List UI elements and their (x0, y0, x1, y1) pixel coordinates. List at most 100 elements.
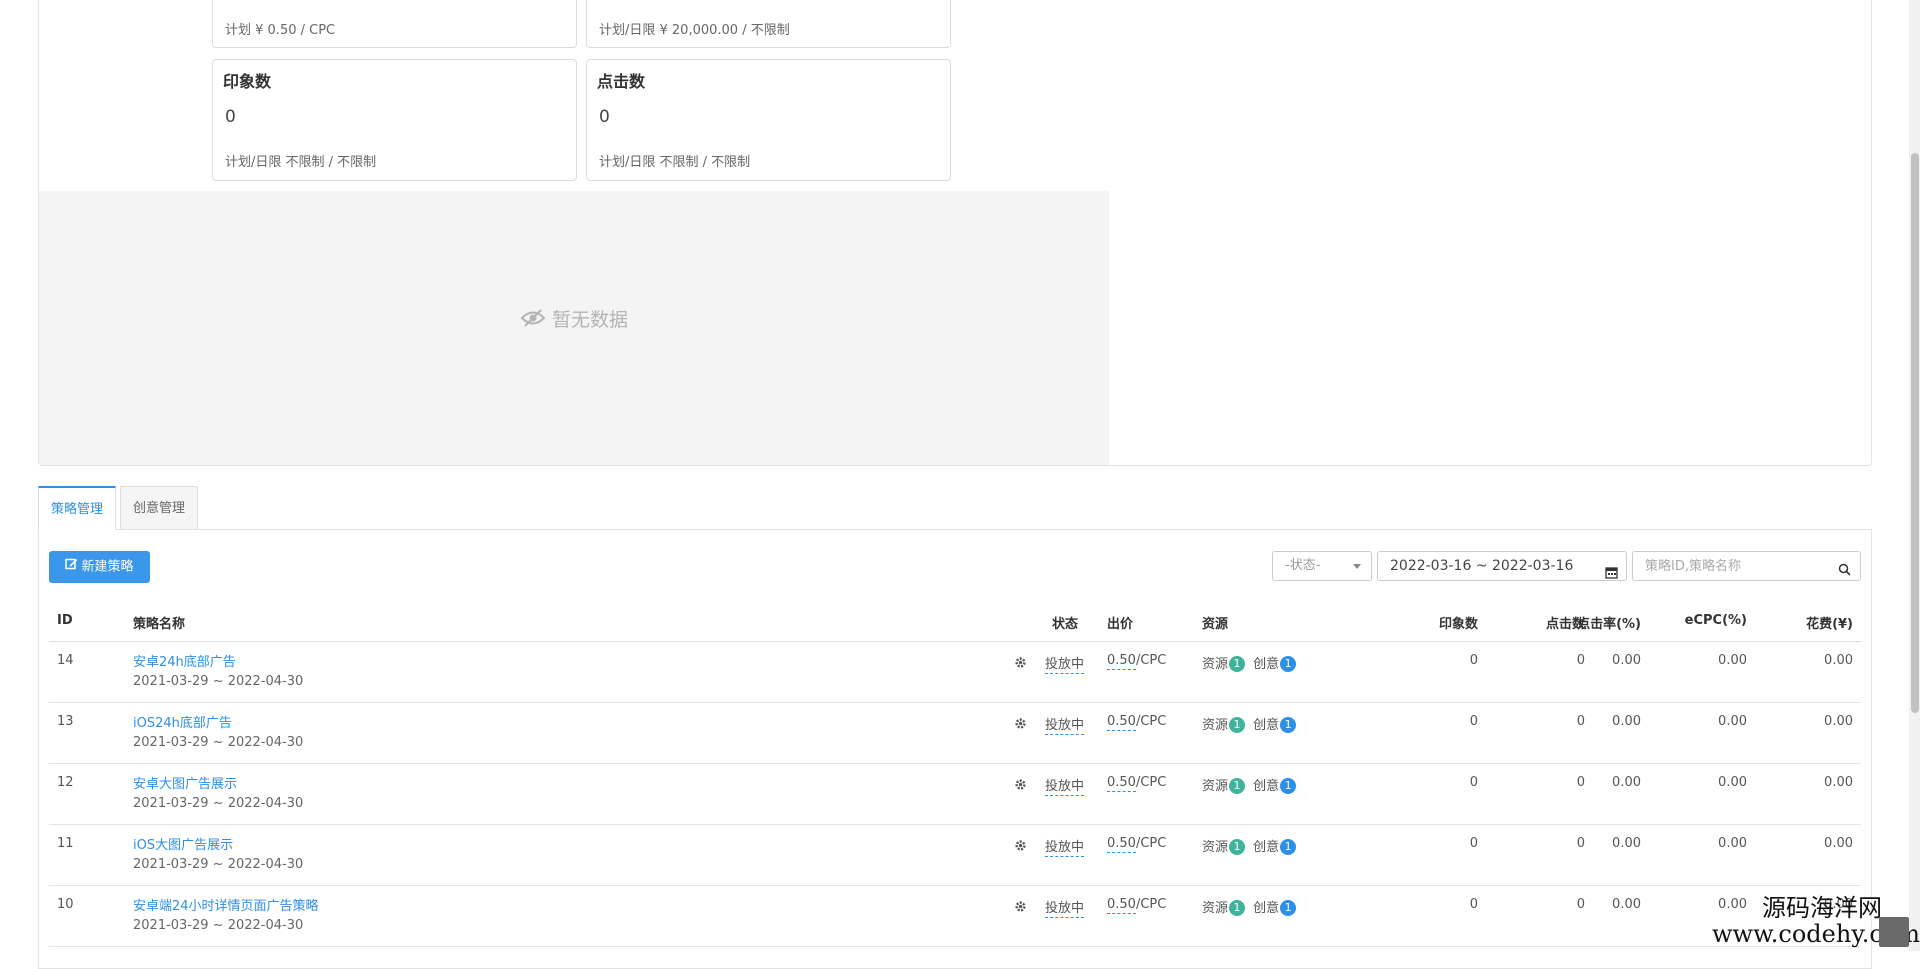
table-body: 14 安卓24h底部广告 2021-03-29 ~ 2022-04-30 投放中… (49, 642, 1861, 947)
clicks-card-value: 0 (599, 107, 610, 127)
row-status[interactable]: 投放中 (1045, 775, 1085, 796)
status-select-value: -状态- (1285, 558, 1321, 573)
row-clicks: 0 (1576, 775, 1585, 790)
creative-label[interactable]: 创意 (1253, 901, 1279, 916)
row-status[interactable]: 投放中 (1045, 836, 1085, 857)
bid-value: 0.50 (1107, 653, 1136, 670)
row-name-cell: iOS大图广告展示 2021-03-29 ~ 2022-04-30 (133, 834, 303, 872)
th-impressions: 印象数 (1438, 617, 1478, 632)
status-value: 投放中 (1045, 901, 1085, 918)
row-ctr: 0.00 (1612, 897, 1641, 912)
row-status[interactable]: 投放中 (1045, 714, 1085, 735)
row-bid[interactable]: 0.50/CPC (1107, 714, 1167, 731)
table-header: ID 策略名称 状态 出价 资源 印象数 点击数 点击率(%) eCPC(%) … (49, 603, 1861, 642)
row-id: 10 (57, 897, 74, 912)
row-id: 14 (57, 653, 74, 668)
row-cost: 0.00 (1824, 775, 1853, 790)
row-bid[interactable]: 0.50/CPC (1107, 836, 1166, 853)
bid-unit: /CPC (1135, 897, 1167, 912)
scrollbar-thumb[interactable] (1911, 153, 1919, 713)
bid-unit: /CPC (1135, 775, 1167, 790)
resource-label[interactable]: 资源 (1202, 840, 1228, 855)
table-row: 12 安卓大图广告展示 2021-03-29 ~ 2022-04-30 投放中 … (49, 764, 1861, 825)
bid-unit: /CPC (1135, 714, 1167, 729)
strategy-date: 2021-03-29 ~ 2022-04-30 (133, 674, 304, 689)
strategy-name-link[interactable]: iOS大图广告展示 (133, 838, 233, 853)
row-ctr: 0.00 (1612, 653, 1641, 668)
row-name-cell: iOS24h底部广告 2021-03-29 ~ 2022-04-30 (133, 712, 303, 750)
strategy-name-link[interactable]: 安卓24h底部广告 (133, 655, 236, 670)
search-icon[interactable] (1838, 561, 1851, 580)
creative-label[interactable]: 创意 (1253, 840, 1279, 855)
caret-down-icon (1353, 564, 1361, 569)
row-impressions: 0 (1469, 897, 1478, 912)
status-select[interactable]: -状态- (1272, 551, 1372, 581)
gear-icon[interactable] (1014, 898, 1027, 917)
status-value: 投放中 (1045, 779, 1085, 796)
gear-icon[interactable] (1014, 776, 1027, 795)
row-bid[interactable]: 0.50/CPC (1107, 897, 1167, 914)
th-bid: 出价 (1107, 617, 1134, 632)
row-impressions: 0 (1469, 775, 1478, 790)
resource-count-badge: 1 (1229, 656, 1246, 672)
back-to-top-button[interactable] (1879, 917, 1909, 947)
strategy-date: 2021-03-29 ~ 2022-04-30 (133, 918, 304, 933)
impressions-card-note: 计划/日限 不限制 / 不限制 (225, 155, 377, 170)
date-range-picker[interactable]: 2022-03-16 ~ 2022-03-16 (1377, 551, 1627, 581)
eye-slash-icon (520, 308, 546, 333)
row-clicks: 0 (1576, 714, 1585, 729)
calendar-icon (1605, 561, 1618, 589)
th-resource: 资源 (1202, 617, 1229, 632)
resource-count-badge: 1 (1229, 900, 1246, 916)
table-row: 14 安卓24h底部广告 2021-03-29 ~ 2022-04-30 投放中… (49, 642, 1861, 703)
row-status[interactable]: 投放中 (1045, 897, 1085, 918)
table-row: 10 安卓端24小时详情页面广告策略 2021-03-29 ~ 2022-04-… (49, 886, 1861, 947)
resource-label[interactable]: 资源 (1202, 901, 1228, 916)
creative-label[interactable]: 创意 (1253, 718, 1279, 733)
resource-label[interactable]: 资源 (1202, 657, 1228, 672)
th-cost: 花费(¥) (1806, 617, 1853, 632)
gear-icon[interactable] (1014, 654, 1027, 673)
strategy-name-link[interactable]: 安卓大图广告展示 (133, 777, 237, 792)
clicks-card-note: 计划/日限 不限制 / 不限制 (599, 155, 751, 170)
row-cost: 0.00 (1824, 714, 1853, 729)
row-resource: 资源 1 创意 1 (1202, 897, 1297, 916)
th-ctr: 点击率(%) (1577, 617, 1641, 632)
creative-count-badge: 1 (1280, 717, 1297, 733)
row-impressions: 0 (1469, 836, 1478, 851)
new-strategy-button[interactable]: 新建策略 (49, 551, 150, 583)
date-range-value: 2022-03-16 ~ 2022-03-16 (1390, 558, 1574, 574)
status-value: 投放中 (1045, 657, 1085, 674)
bid-value: 0.50 (1107, 836, 1136, 853)
gear-icon[interactable] (1014, 837, 1027, 856)
strategy-name-link[interactable]: iOS24h底部广告 (133, 716, 232, 731)
strategy-name-link[interactable]: 安卓端24小时详情页面广告策略 (133, 899, 319, 914)
table-row: 13 iOS24h底部广告 2021-03-29 ~ 2022-04-30 投放… (49, 703, 1861, 764)
resource-label[interactable]: 资源 (1202, 718, 1228, 733)
empty-state-text: 暂无数据 (551, 309, 628, 331)
resource-label[interactable]: 资源 (1202, 779, 1228, 794)
row-resource: 资源 1 创意 1 (1202, 714, 1297, 733)
bid-value: 0.50 (1107, 714, 1136, 731)
tab-creative[interactable]: 创意管理 (120, 486, 199, 529)
tab-strategy[interactable]: 策略管理 (38, 486, 117, 530)
row-id: 11 (57, 836, 74, 851)
row-bid[interactable]: 0.50/CPC (1107, 653, 1166, 670)
row-status[interactable]: 投放中 (1045, 653, 1085, 674)
creative-count-badge: 1 (1280, 778, 1297, 794)
row-clicks: 0 (1576, 653, 1585, 668)
gear-icon[interactable] (1014, 715, 1027, 734)
strategy-date: 2021-03-29 ~ 2022-04-30 (133, 735, 304, 750)
search-input[interactable] (1643, 553, 1833, 579)
th-status: 状态 (1052, 617, 1079, 632)
row-id: 12 (57, 775, 74, 790)
row-id: 13 (57, 714, 74, 729)
row-name-cell: 安卓端24小时详情页面广告策略 2021-03-29 ~ 2022-04-30 (133, 895, 319, 933)
row-bid[interactable]: 0.50/CPC (1107, 775, 1167, 792)
row-impressions: 0 (1469, 714, 1478, 729)
status-value: 投放中 (1045, 718, 1085, 735)
creative-label[interactable]: 创意 (1253, 779, 1279, 794)
creative-label[interactable]: 创意 (1253, 657, 1279, 672)
edit-icon (65, 551, 78, 583)
strategy-date: 2021-03-29 ~ 2022-04-30 (133, 796, 304, 811)
